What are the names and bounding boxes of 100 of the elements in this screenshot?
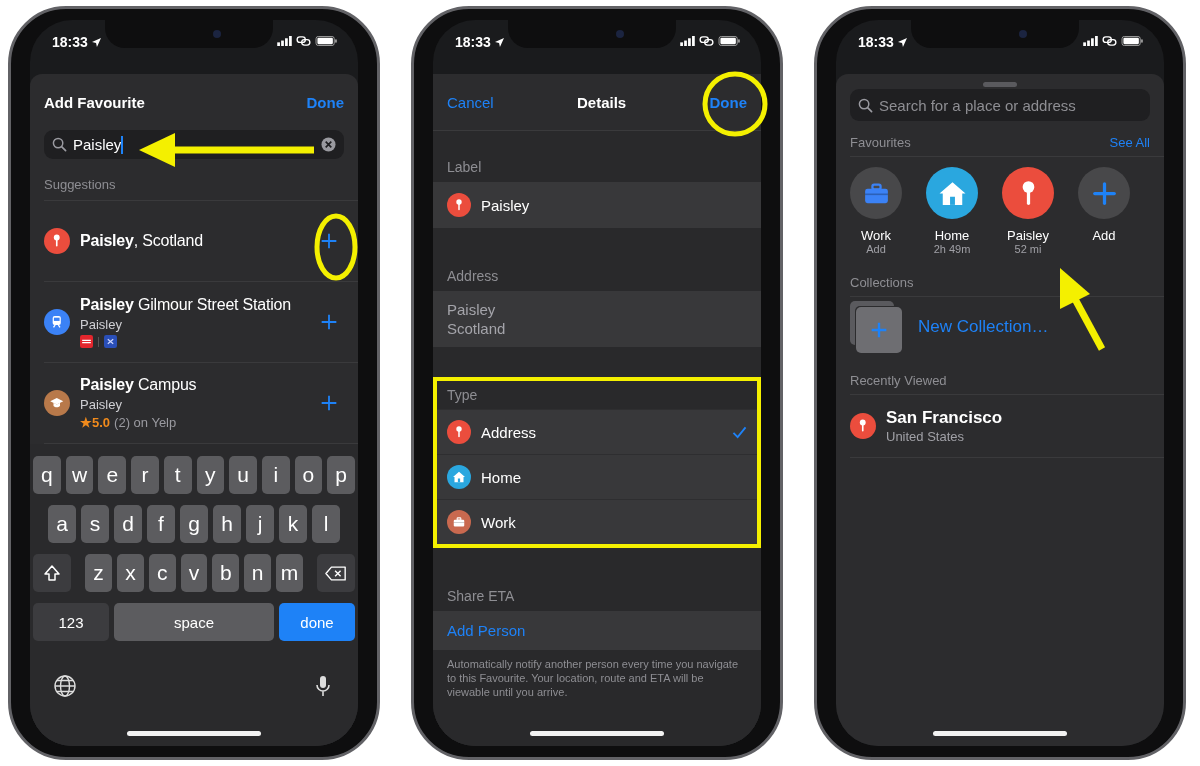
suggestion-row[interactable]: Paisley, Scotland xyxy=(44,201,358,282)
keyboard-key[interactable]: j xyxy=(246,505,274,543)
keyboard-key[interactable]: u xyxy=(229,456,257,494)
delete-key[interactable] xyxy=(316,554,355,592)
favourite-name: Add xyxy=(1092,228,1116,243)
numbers-key[interactable]: 123 xyxy=(33,603,109,641)
keyboard-key[interactable]: t xyxy=(163,456,192,494)
clock: 18:33 xyxy=(455,34,491,50)
train-icon xyxy=(44,309,70,335)
clock: 18:33 xyxy=(52,34,88,50)
see-all-link[interactable]: See All xyxy=(1109,135,1150,150)
graduation-cap-icon xyxy=(44,390,70,416)
keyboard-key[interactable]: c xyxy=(148,554,176,592)
keyboard-key[interactable]: r xyxy=(131,456,159,494)
label-value: Paisley xyxy=(481,196,530,214)
rating: ★5.0 xyxy=(80,415,111,430)
pin-icon xyxy=(447,420,471,444)
keyboard-key[interactable]: b xyxy=(212,554,240,592)
house-icon xyxy=(926,167,978,219)
suggestion-row[interactable]: Paisley Gilmour Street Station Paisley xyxy=(44,282,358,363)
type-label: Work xyxy=(481,513,517,531)
location-arrow-icon xyxy=(897,37,907,47)
footnote: Automatically notify another person every time you navigate to this Favourite. Your location, route and ETA will be viewable until you arrive. xyxy=(446,657,740,700)
section-header: Collections xyxy=(850,275,914,290)
type-label: Address xyxy=(481,423,538,441)
link-icon xyxy=(1102,36,1117,46)
keyboard-key[interactable]: n xyxy=(244,554,272,592)
keyboard-key[interactable]: m xyxy=(276,554,303,592)
recent-row[interactable]: San Francisco United States xyxy=(850,395,1164,458)
globe-icon[interactable] xyxy=(53,674,77,698)
keyboard-key[interactable]: w xyxy=(65,456,94,494)
rail-badge-icon xyxy=(80,335,93,348)
section-header: Address xyxy=(446,267,500,286)
plus-icon xyxy=(1078,167,1130,219)
signal-icon xyxy=(277,36,292,46)
location-arrow-icon xyxy=(91,37,101,47)
camera-dot xyxy=(212,30,221,38)
location-arrow-icon xyxy=(494,37,504,47)
favourite-item[interactable]: Work Add xyxy=(838,167,914,255)
keyboard-key[interactable]: z xyxy=(85,554,112,592)
label-row[interactable]: Paisley xyxy=(433,182,761,228)
keyboard-key[interactable]: e xyxy=(98,456,127,494)
cancel-button[interactable]: Cancel xyxy=(447,93,494,111)
type-option[interactable]: Work xyxy=(437,499,757,544)
place-title: San Francisco xyxy=(886,408,1004,428)
suggestion-title: Paisley, Scotland xyxy=(80,232,204,250)
clear-icon[interactable] xyxy=(321,137,336,152)
keyboard-key[interactable]: f xyxy=(147,505,175,543)
section-header: Share ETA xyxy=(446,587,516,606)
done-button[interactable]: Done xyxy=(306,93,344,111)
suggestion-title: Paisley Campus xyxy=(80,376,198,394)
suggestion-title: Paisley Gilmour Street Station xyxy=(80,296,292,314)
address-row[interactable]: Paisley Scotland xyxy=(433,291,761,347)
briefcase-icon xyxy=(850,167,902,219)
review-count: (2) on Yelp xyxy=(114,415,177,430)
favourite-detail: 52 mi xyxy=(1014,243,1042,255)
keyboard-key[interactable]: k xyxy=(279,505,307,543)
pin-icon xyxy=(44,228,70,254)
favourite-detail: Add xyxy=(866,243,886,255)
type-label: Home xyxy=(481,468,522,486)
favourite-name: Work xyxy=(860,228,892,243)
keyboard-key[interactable]: x xyxy=(116,554,144,592)
sheet-title: Details xyxy=(577,93,627,111)
keyboard-key[interactable]: i xyxy=(261,456,290,494)
pin-icon xyxy=(850,413,876,439)
done-button[interactable]: Done xyxy=(709,93,747,111)
space-key[interactable]: space xyxy=(114,603,274,641)
done-key[interactable]: done xyxy=(279,603,355,641)
keyboard-key[interactable]: l xyxy=(312,505,340,543)
favourite-name: Home xyxy=(934,228,970,243)
battery-icon xyxy=(1121,36,1144,46)
battery-icon xyxy=(718,36,741,46)
keyboard-key[interactable]: d xyxy=(114,505,142,543)
camera-dot xyxy=(615,30,624,38)
favourite-item[interactable]: Add xyxy=(1066,167,1142,255)
favourite-item[interactable]: Paisley 52 mi xyxy=(990,167,1066,255)
keyboard-key[interactable]: a xyxy=(48,505,76,543)
keyboard-key[interactable]: p xyxy=(327,456,355,494)
search-icon xyxy=(52,137,67,152)
address-line: Scotland xyxy=(447,320,506,337)
signal-icon xyxy=(1083,36,1098,46)
keyboard-key[interactable]: g xyxy=(180,505,208,543)
search-field[interactable]: Search for a place or address xyxy=(850,89,1150,121)
section-header: Recently Viewed xyxy=(850,373,947,388)
shift-key[interactable] xyxy=(33,554,72,592)
link-icon xyxy=(699,36,714,46)
new-collection-link[interactable]: New Collection… xyxy=(918,317,1049,337)
type-option[interactable]: Address xyxy=(437,409,757,454)
keyboard-key[interactable]: v xyxy=(180,554,208,592)
pin-icon xyxy=(1002,167,1054,219)
keyboard-key[interactable]: o xyxy=(294,456,323,494)
favourite-item[interactable]: Home 2h 49m xyxy=(914,167,990,255)
keyboard-key[interactable]: h xyxy=(213,505,241,543)
type-option[interactable]: Home xyxy=(437,454,757,499)
favourite-name: Paisley xyxy=(1007,228,1049,243)
battery-icon xyxy=(315,36,338,46)
keyboard-key[interactable]: y xyxy=(196,456,225,494)
suggestion-subtitle: Paisley xyxy=(80,397,123,412)
keyboard-key[interactable]: s xyxy=(81,505,109,543)
keyboard-key[interactable]: q xyxy=(33,456,61,494)
